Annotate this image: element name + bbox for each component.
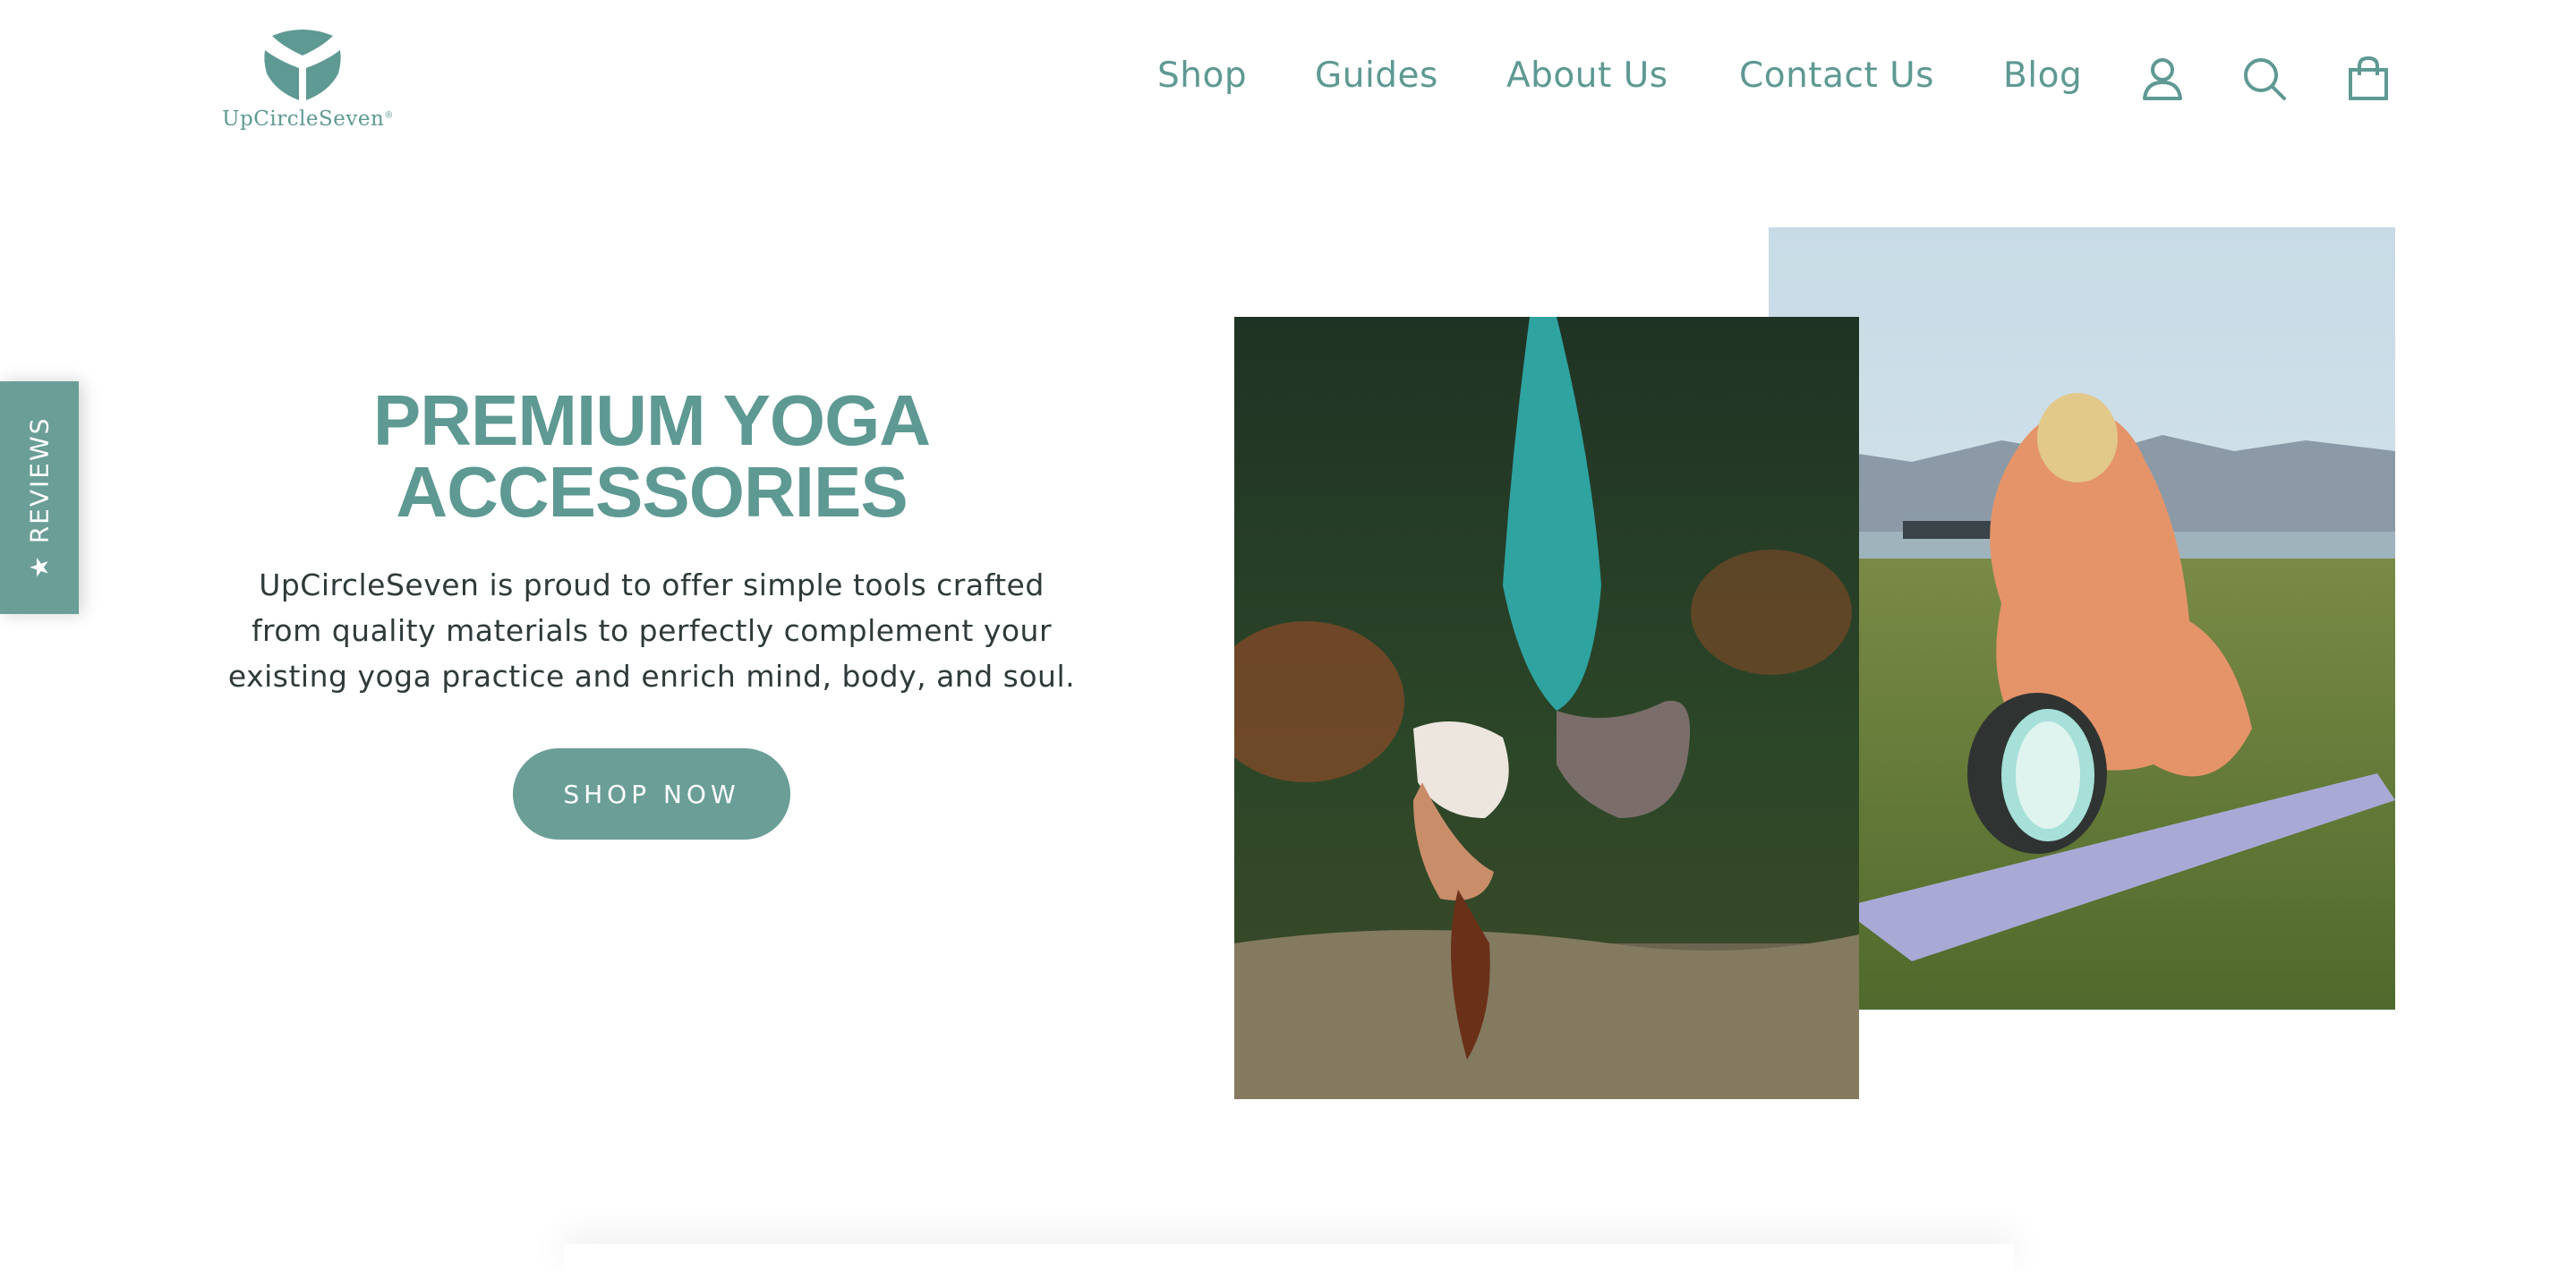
logo-wordmark: UpCircleSeven® (222, 107, 394, 131)
hero-text-block: PREMIUM YOGA ACCESSORIES UpCircleSeven is… (206, 385, 1097, 699)
aerial-yoga-photo (1234, 317, 1859, 1099)
yoga-wheel-photo (1769, 227, 2395, 1010)
hero-description: UpCircleSeven is proud to offer simple t… (227, 567, 1076, 694)
nav-shop[interactable]: Shop (1157, 55, 1247, 96)
search-icon[interactable] (2239, 54, 2290, 104)
site-header: UpCircleSeven® Shop Guides About Us Cont… (0, 0, 2576, 161)
logo-icon (260, 25, 345, 104)
cart-icon[interactable] (2343, 54, 2393, 104)
nav-contact-us[interactable]: Contact Us (1739, 55, 1934, 96)
reviews-tab[interactable]: ★ REVIEWS (0, 381, 79, 614)
account-icon[interactable] (2137, 54, 2188, 104)
nav-about-us[interactable]: About Us (1506, 55, 1668, 96)
section-divider (564, 1244, 2014, 1271)
reviews-label: REVIEWS (24, 416, 55, 544)
brand-logo[interactable]: UpCircleSeven® (204, 25, 412, 136)
hero-title: PREMIUM YOGA ACCESSORIES (372, 380, 931, 532)
star-icon: ★ (24, 554, 55, 579)
nav-guides[interactable]: Guides (1315, 55, 1438, 96)
shop-now-button[interactable]: SHOP NOW (513, 748, 790, 840)
nav-blog[interactable]: Blog (2003, 55, 2082, 96)
